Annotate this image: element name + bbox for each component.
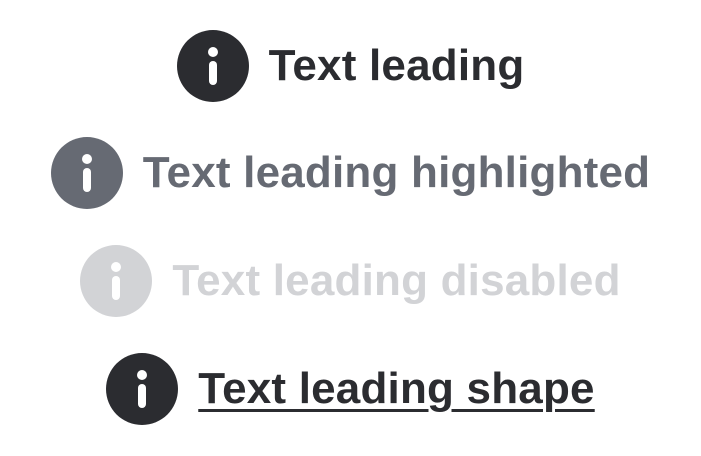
info-circle-icon	[176, 30, 249, 102]
info-circle-icon	[80, 245, 153, 317]
text-leading-disabled-button: Text leading disabled	[0, 245, 701, 317]
button-content: Text leading disabled	[80, 245, 620, 317]
button-content: Text leading highlighted	[50, 137, 651, 209]
button-label: Text leading highlighted	[142, 148, 651, 197]
button-label: Text leading disabled	[172, 256, 621, 305]
info-circle-icon	[50, 137, 123, 209]
button-label: Text leading	[268, 41, 525, 90]
info-circle-icon	[106, 353, 179, 425]
button-content: Text leading	[176, 30, 525, 102]
text-leading-shape-button[interactable]: Text leading shape	[0, 353, 701, 425]
text-leading-button[interactable]: Text leading	[0, 30, 701, 102]
text-leading-highlighted-button[interactable]: Text leading highlighted	[0, 137, 701, 209]
button-content: Text leading shape	[106, 353, 595, 425]
button-label: Text leading shape	[198, 364, 595, 413]
button-showcase: Text leading Text leading highlighted Te…	[0, 0, 701, 456]
